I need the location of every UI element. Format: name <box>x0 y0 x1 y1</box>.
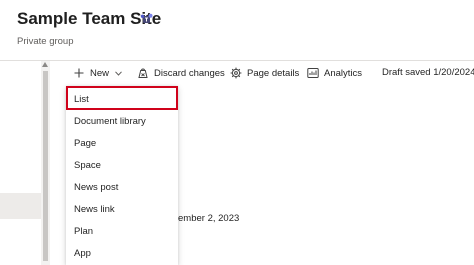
menu-item-space[interactable]: Space <box>74 160 101 171</box>
draft-status: Draft saved 1/20/2024 <box>382 67 474 78</box>
discard-icon <box>137 67 149 79</box>
menu-item-list[interactable]: List <box>66 86 178 110</box>
menu-item-app[interactable]: App <box>74 248 91 259</box>
site-subtitle: Private group <box>17 36 74 47</box>
discard-changes-label: Discard changes <box>154 67 225 79</box>
new-dropdown-menu: List Document library Page Space News po… <box>66 86 178 265</box>
analytics-button[interactable]: Analytics <box>307 67 362 79</box>
new-button[interactable]: New <box>73 67 122 79</box>
plus-icon <box>73 67 85 79</box>
menu-item-plan[interactable]: Plan <box>74 226 93 237</box>
menu-item-document-library[interactable]: Document library <box>74 116 146 127</box>
discard-changes-button[interactable]: Discard changes <box>137 67 225 79</box>
menu-item-label: List <box>74 94 89 105</box>
chevron-down-icon <box>115 69 122 78</box>
gear-icon <box>230 67 242 79</box>
menu-item-news-link[interactable]: News link <box>74 204 115 215</box>
new-button-label: New <box>90 67 110 79</box>
page-details-button[interactable]: Page details <box>230 67 299 79</box>
left-nav-selected-item[interactable] <box>0 193 41 219</box>
analytics-icon <box>307 67 319 79</box>
command-bar: New Discard changes Page details Analyti… <box>0 62 474 86</box>
scrollbar-thumb[interactable] <box>43 71 48 261</box>
teams-icon[interactable] <box>140 13 153 26</box>
page-details-label: Page details <box>247 67 300 79</box>
analytics-label: Analytics <box>324 67 363 79</box>
news-date-text: ember 2, 2023 <box>178 213 240 224</box>
menu-item-news-post[interactable]: News post <box>74 182 118 193</box>
left-navigation-panel <box>0 61 41 265</box>
menu-item-page[interactable]: Page <box>74 138 96 149</box>
header-divider <box>0 60 474 61</box>
